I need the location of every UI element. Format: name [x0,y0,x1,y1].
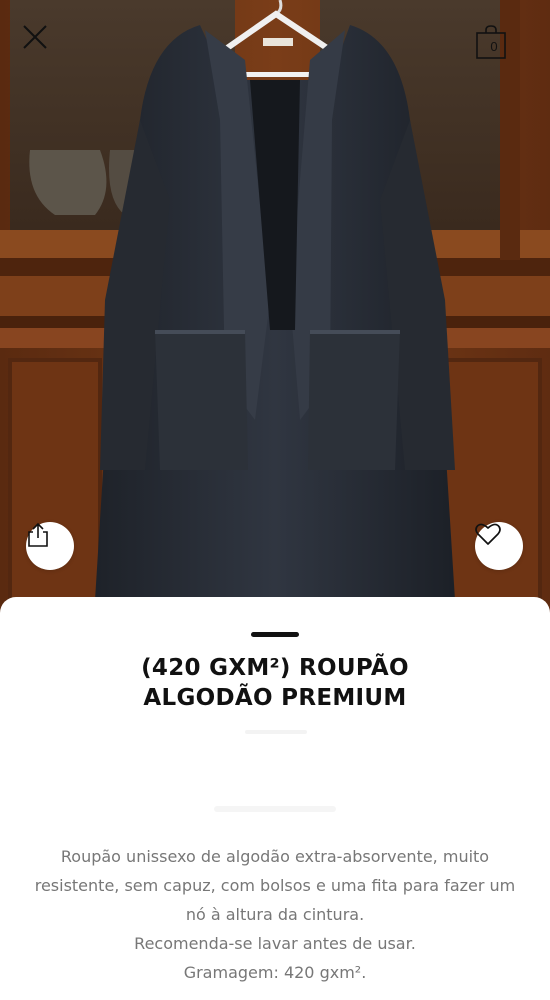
heart-icon [475,523,501,545]
share-icon [28,522,48,547]
share-button[interactable] [26,522,74,570]
product-image: 0 [0,0,550,620]
product-description: Roupão unissexo de algodão extra-absorve… [20,842,530,987]
close-icon [23,25,47,49]
description-line: resistente, sem capuz, com bolsos e uma … [34,876,516,895]
shopping-bag-button[interactable]: 0 [474,24,514,64]
close-button[interactable] [22,24,60,62]
sheet-drag-handle[interactable] [251,632,299,637]
bag-count: 0 [490,39,498,54]
product-title-line-1: (420 GXM²) ROUPÃO [141,655,409,681]
product-info-sheet: (420 GXM²) ROUPÃO ALGODÃO PREMIUM Roupão… [0,597,550,1000]
description-line: nó à altura da cintura. [185,905,365,924]
faded-placeholder [214,806,336,812]
description-line: Recomenda-se lavar antes de usar. [134,934,416,953]
product-photo [0,0,550,620]
description-line: Gramagem: 420 gxm². [183,963,367,982]
product-title-line-2: ALGODÃO PREMIUM [143,685,407,711]
description-line: Roupão unissexo de algodão extra-absorve… [60,847,490,866]
product-title: (420 GXM²) ROUPÃO ALGODÃO PREMIUM [40,653,510,713]
faded-placeholder [245,730,307,734]
favorite-button[interactable] [475,522,523,570]
